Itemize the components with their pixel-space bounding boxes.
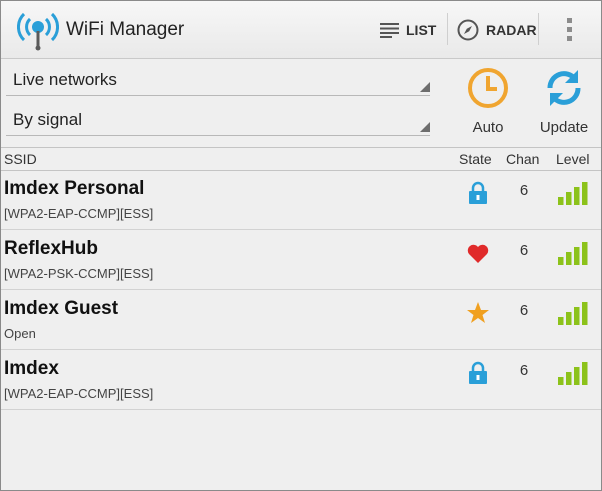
filter-controls: Live networks By signal Auto Update <box>1 59 601 147</box>
network-ssid: ReflexHub <box>4 238 98 259</box>
dropdown-arrow-icon <box>420 82 430 92</box>
action-bar: WiFi Manager LIST RADAR <box>1 1 601 59</box>
column-state: State <box>459 151 492 167</box>
network-security: [WPA2-EAP-CCMP][ESS] <box>4 386 154 401</box>
column-chan: Chan <box>506 151 540 167</box>
list-view-label: LIST <box>406 22 437 38</box>
lock-icon <box>469 361 487 384</box>
signal-level-icon <box>558 242 588 265</box>
star-icon <box>467 302 489 323</box>
signal-level-icon <box>558 182 588 205</box>
network-security: [WPA2-EAP-CCMP][ESS] <box>4 206 154 221</box>
dropdown-arrow-icon <box>420 122 430 132</box>
lock-icon <box>469 181 487 204</box>
app-title: WiFi Manager <box>66 19 185 40</box>
network-channel: 6 <box>519 182 529 199</box>
list-view-button[interactable]: LIST <box>380 11 436 49</box>
divider <box>538 13 539 45</box>
refresh-icon <box>547 70 581 106</box>
column-ssid: SSID <box>4 151 37 167</box>
sort-order-value: By signal <box>13 110 82 129</box>
radar-view-label: RADAR <box>486 22 537 38</box>
auto-refresh-button[interactable]: Auto <box>465 66 511 136</box>
network-channel: 6 <box>519 302 529 319</box>
column-level: Level <box>556 151 590 167</box>
overflow-menu-icon[interactable] <box>557 13 581 45</box>
network-filter-dropdown[interactable]: Live networks <box>6 61 430 96</box>
network-security: Open <box>4 326 36 341</box>
network-row[interactable]: Imdex Personal [WPA2-EAP-CCMP][ESS] 6 <box>1 170 601 230</box>
list-icon <box>380 23 399 38</box>
compass-icon <box>457 19 479 41</box>
network-ssid: Imdex Guest <box>4 298 119 319</box>
network-ssid: Imdex Personal <box>4 178 145 199</box>
signal-level-icon <box>558 302 588 325</box>
network-row[interactable]: Imdex Guest Open 6 <box>1 290 601 350</box>
network-channel: 6 <box>519 362 529 379</box>
signal-level-icon <box>558 362 588 385</box>
divider <box>447 13 448 45</box>
auto-refresh-label: Auto <box>472 119 504 136</box>
column-header: SSID State Chan Level <box>1 147 601 171</box>
network-row[interactable]: ReflexHub [WPA2-PSK-CCMP][ESS] 6 <box>1 230 601 290</box>
network-channel: 6 <box>519 242 529 259</box>
update-label: Update <box>539 119 589 136</box>
clock-icon <box>468 68 508 108</box>
network-row[interactable]: Imdex [WPA2-EAP-CCMP][ESS] 6 <box>1 350 601 410</box>
heart-icon <box>467 244 489 263</box>
network-filter-value: Live networks <box>13 70 117 89</box>
wifi-manager-logo-icon[interactable] <box>17 9 59 51</box>
network-ssid: Imdex <box>4 358 59 379</box>
radar-view-button[interactable]: RADAR <box>457 11 537 49</box>
update-button[interactable]: Update <box>535 66 593 136</box>
sort-order-dropdown[interactable]: By signal <box>6 101 430 136</box>
network-security: [WPA2-PSK-CCMP][ESS] <box>4 266 154 281</box>
